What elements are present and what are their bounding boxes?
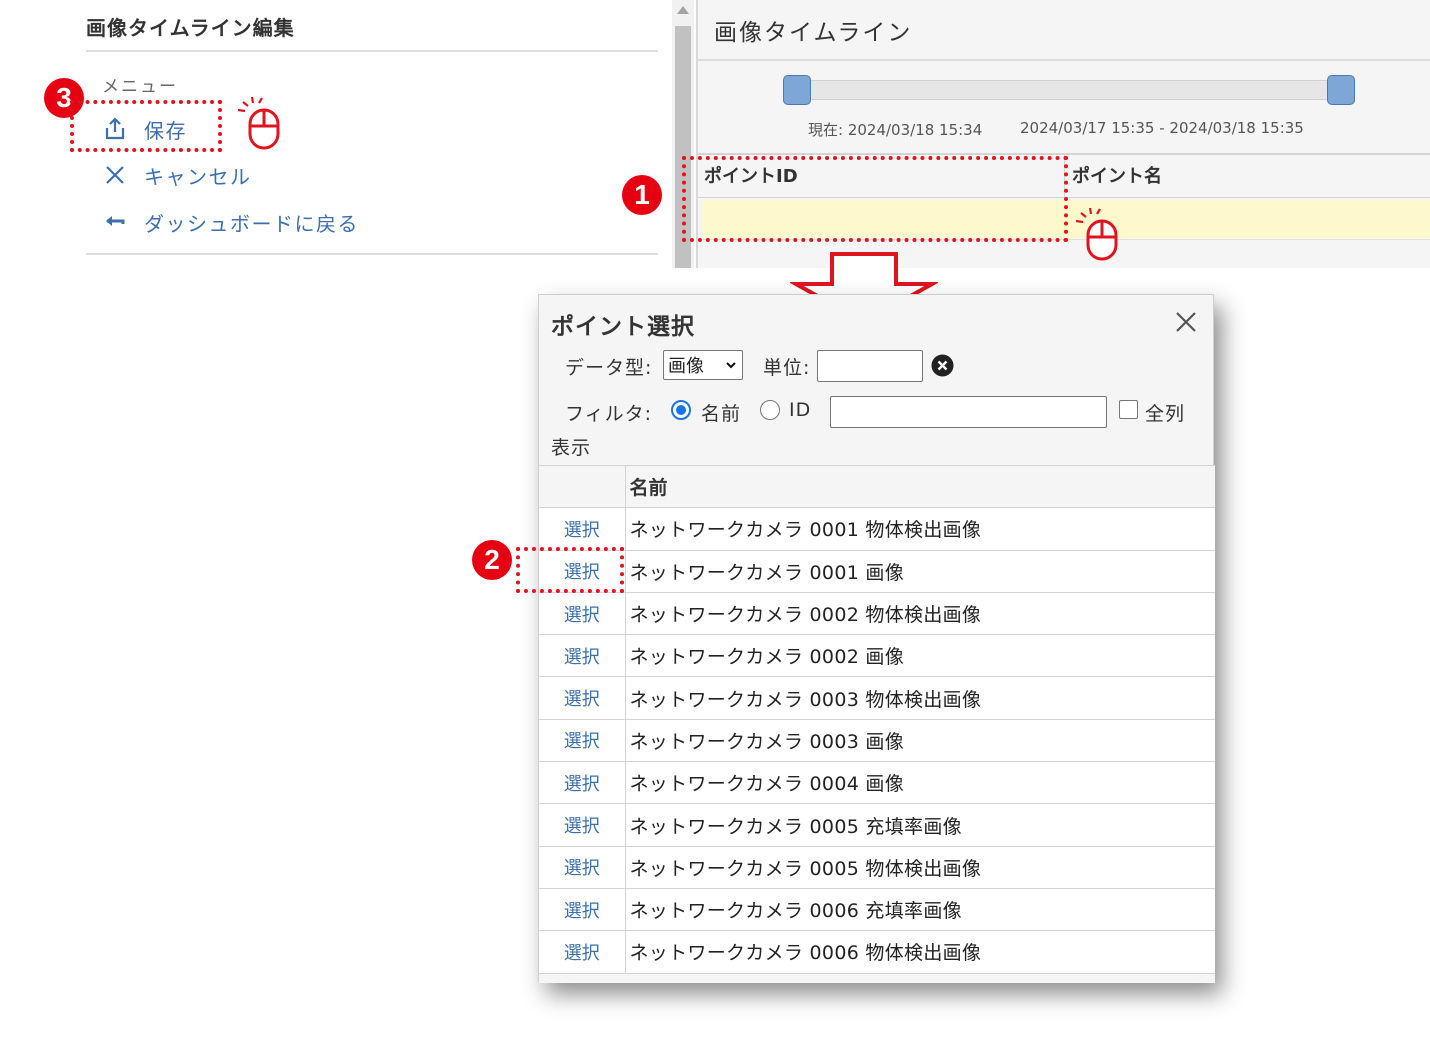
table-row: 選択 ネットワークカメラ 0002 画像 [539,634,1215,678]
point-name-cell: ネットワークカメラ 0006 物体検出画像 [625,930,1215,974]
display-label: 表示 [551,437,592,459]
divider [86,253,658,255]
select-link[interactable]: 選択 [564,731,600,752]
back-arrow-icon [100,207,130,237]
menu-heading: メニュー [102,77,178,97]
annotation-highlight-select [516,547,624,593]
back-to-dashboard-menu-item[interactable]: ダッシュボードに戻る [100,205,359,239]
point-name-cell: ネットワークカメラ 0002 物体検出画像 [625,592,1215,636]
mouse-click-icon [237,96,280,150]
point-name-cell: ネットワークカメラ 0005 充填率画像 [625,803,1215,847]
filter-id-radio[interactable] [760,400,780,420]
table-row: 選択 ネットワークカメラ 0003 画像 [539,719,1215,763]
select-column-header [539,465,626,509]
point-name-cell: ネットワークカメラ 0003 画像 [625,719,1215,763]
point-name-cell: ネットワークカメラ 0004 画像 [625,761,1215,805]
select-cell: 選択 [539,803,626,847]
select-cell: 選択 [539,507,626,551]
timeline-title: 画像タイムライン [714,20,913,46]
select-cell: 選択 [539,719,626,763]
data-type-select[interactable]: 画像 [663,350,743,380]
table-row: 選択 ネットワークカメラ 0006 物体検出画像 [539,930,1215,974]
select-link[interactable]: 選択 [564,858,600,879]
table-row: 選択 ネットワークカメラ 0001 画像 [539,550,1215,593]
point-table: 名前 選択 ネットワークカメラ 0001 物体検出画像 選択 ネットワークカメラ 00… [539,465,1215,974]
annotation-badge-1: 1 [622,175,662,215]
name-column-header: 名前 [625,465,1215,509]
time-range-slider[interactable] [796,80,1343,100]
point-select-dialog: ポイント選択 データ型: 画像 単位: フィルタ: 名前 ID 全列 表示 名前… [538,294,1215,983]
cancel-menu-item[interactable]: キャンセル [100,158,252,192]
scroll-up-arrow-icon[interactable] [677,6,689,14]
point-name-cell: ネットワークカメラ 0006 充填率画像 [625,888,1215,932]
annotation-highlight-save [70,100,222,152]
table-row: 選択 ネットワークカメラ 0003 物体検出画像 [539,676,1215,720]
table-row: 選択 ネットワークカメラ 0005 物体検出画像 [539,846,1215,889]
select-link[interactable]: 選択 [564,520,600,541]
filter-name-label: 名前 [701,403,742,425]
current-time-label: 現在: 2024/03/18 15:34 [808,121,983,139]
filter-id-label: ID [789,399,812,421]
data-type-value: 画像 [668,356,704,377]
table-header-row: 名前 [539,465,1215,509]
table-row: 選択 ネットワークカメラ 0001 物体検出画像 [539,507,1215,551]
divider [698,59,1430,61]
point-name-cell: ネットワークカメラ 0003 物体検出画像 [625,676,1215,720]
point-name-cell: ネットワークカメラ 0001 画像 [625,550,1215,593]
select-cell: 選択 [539,888,626,932]
table-row: 選択 ネットワークカメラ 0004 画像 [539,761,1215,805]
data-type-label: データ型: [565,357,653,379]
cancel-label: キャンセル [144,164,252,189]
annotation-badge-2: 2 [472,540,512,580]
select-cell: 選択 [539,634,626,678]
mouse-click-icon [1075,207,1118,261]
filter-input[interactable] [830,396,1107,428]
divider [86,50,658,52]
point-name-cell: ネットワークカメラ 0005 物体検出画像 [625,846,1215,889]
select-cell: 選択 [539,761,626,805]
select-cell: 選択 [539,676,626,720]
select-link[interactable]: 選択 [564,816,600,837]
chevron-down-icon [726,362,736,369]
column-header-point-name: ポイント名 [1072,166,1162,187]
back-label: ダッシュボードに戻る [144,211,359,236]
close-icon[interactable] [1173,309,1199,335]
select-link[interactable]: 選択 [564,647,600,668]
dialog-title: ポイント選択 [551,314,695,340]
select-link[interactable]: 選択 [564,901,600,922]
select-link[interactable]: 選択 [564,689,600,710]
select-link[interactable]: 選択 [564,774,600,795]
slider-handle-start[interactable] [783,75,811,105]
slider-handle-end[interactable] [1327,75,1355,105]
select-cell: 選択 [539,930,626,974]
select-cell: 選択 [539,592,626,636]
filter-name-radio[interactable] [671,400,691,420]
point-name-cell: ネットワークカメラ 0002 画像 [625,634,1215,678]
table-row: 選択 ネットワークカメラ 0005 充填率画像 [539,803,1215,847]
table-footer [539,973,1215,983]
edit-panel-title: 画像タイムライン編集 [86,16,295,40]
point-name-cell: ネットワークカメラ 0001 物体検出画像 [625,507,1215,551]
unit-label: 単位: [763,357,811,379]
all-columns-label: 全列 [1145,403,1186,425]
clear-icon[interactable] [931,354,954,377]
all-columns-checkbox[interactable] [1119,400,1138,419]
close-icon [100,160,130,190]
select-cell: 選択 [539,846,626,889]
annotation-highlight-point-id [682,156,1068,242]
table-row: 選択 ネットワークカメラ 0006 充填率画像 [539,888,1215,932]
filter-label: フィルタ: [565,403,653,425]
select-link[interactable]: 選択 [564,605,600,626]
time-range-label: 2024/03/17 15:35 - 2024/03/18 15:35 [1020,119,1304,137]
table-row: 選択 ネットワークカメラ 0002 物体検出画像 [539,592,1215,636]
select-link[interactable]: 選択 [564,943,600,964]
unit-input[interactable] [817,350,923,382]
